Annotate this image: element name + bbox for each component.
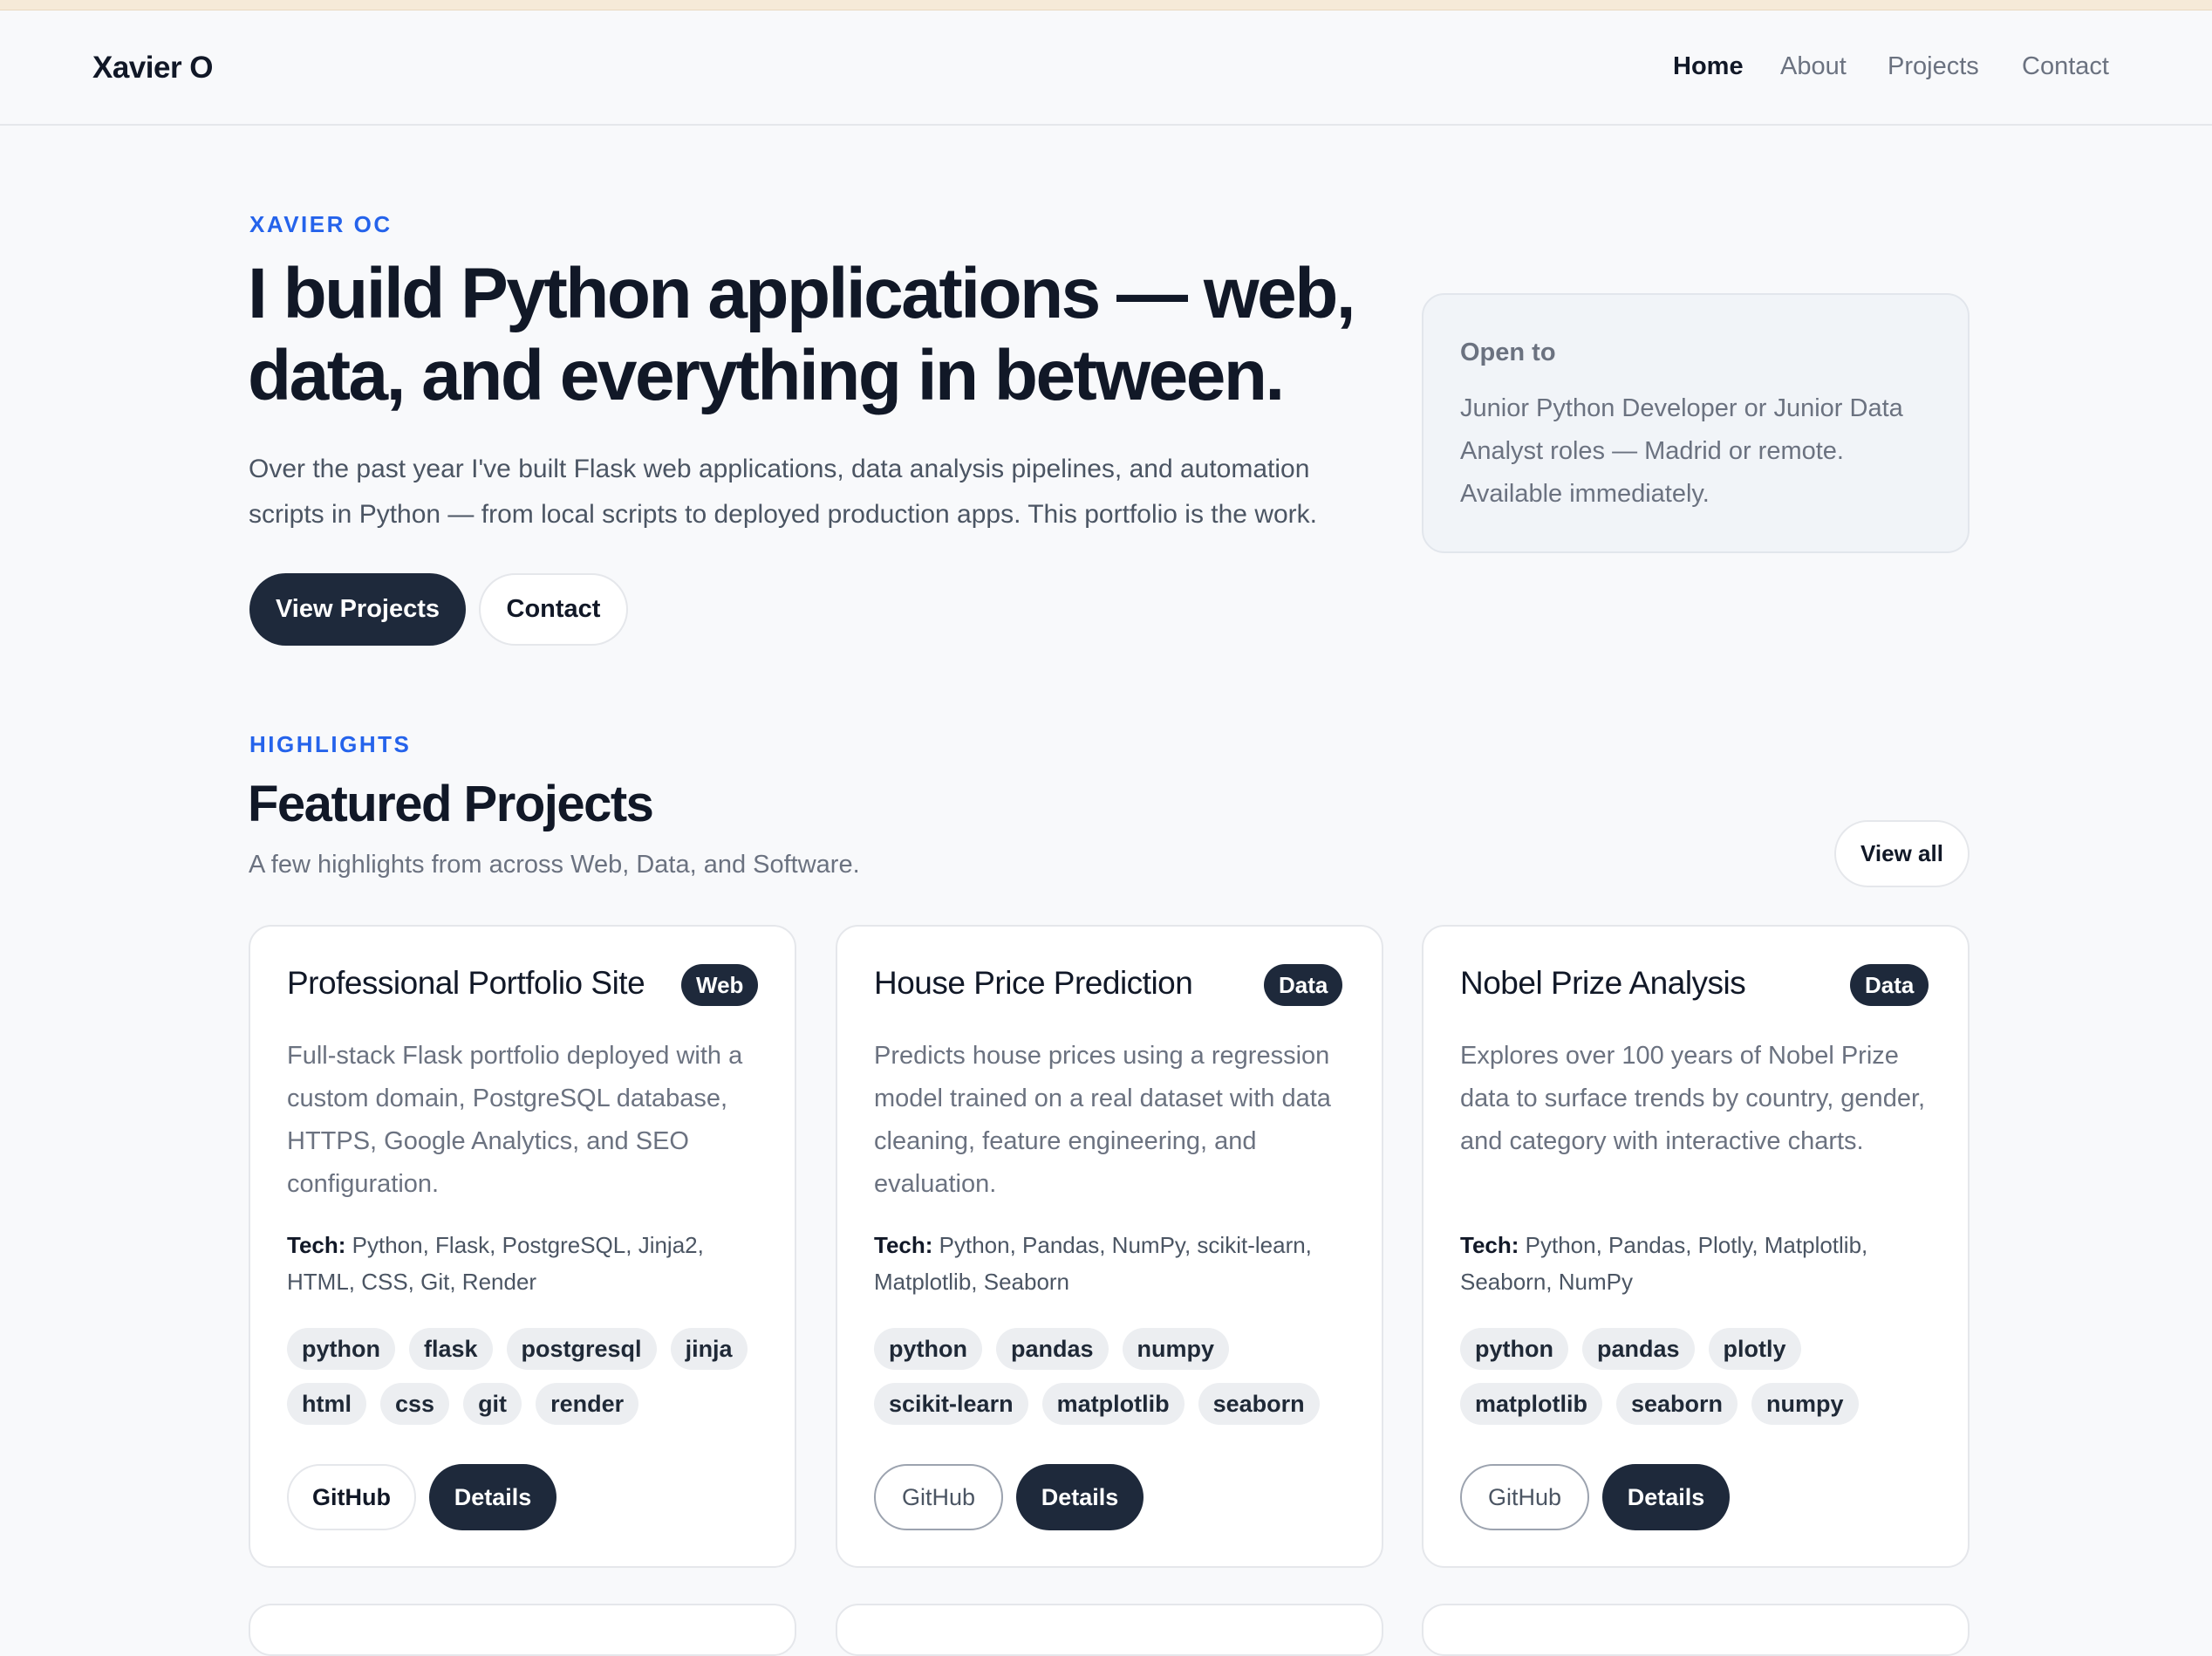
tag: numpy — [1751, 1383, 1859, 1425]
tag: seaborn — [1198, 1383, 1320, 1425]
project-title: Nobel Prize Analysis — [1460, 965, 1746, 1001]
tag-list: python pandas numpy scikit-learn matplot… — [874, 1328, 1362, 1425]
tag: python — [1460, 1328, 1568, 1370]
tag: python — [874, 1328, 982, 1370]
project-description: Predicts house prices using a regression… — [874, 1042, 1331, 1198]
project-card: Professional Portfolio Site Web Full-sta… — [249, 925, 796, 1568]
open-to-card: Open to Junior Python Developer or Junio… — [1422, 293, 1970, 553]
category-badge: Web — [681, 964, 759, 1006]
open-to-text: Junior Python Developer or Junior Data A… — [1460, 394, 1903, 508]
hero-title: I build Python applications — web, data,… — [248, 253, 1408, 417]
section-subtitle: A few highlights from across Web, Data, … — [249, 851, 860, 879]
tech-list: Python, Pandas, NumPy, scikit-learn, Mat… — [874, 1232, 1312, 1295]
hero-eyebrow: XAVIER OC — [249, 211, 393, 237]
nav-link-about[interactable]: About — [1780, 52, 1847, 81]
nav-link-projects[interactable]: Projects — [1888, 52, 1979, 81]
project-card-partial — [1422, 1604, 1970, 1656]
highlights-eyebrow: HIGHLIGHTS — [249, 731, 412, 757]
github-button[interactable]: GitHub — [1460, 1464, 1589, 1530]
project-card: Nobel Prize Analysis Data Explores over … — [1422, 925, 1970, 1568]
tech-label: Tech: — [287, 1232, 346, 1258]
tag-list: python pandas plotly matplotlib seaborn … — [1460, 1328, 1949, 1425]
view-projects-button[interactable]: View Projects — [249, 573, 466, 646]
tag: numpy — [1122, 1328, 1230, 1370]
tech-list: Python, Pandas, Plotly, Matplotlib, Seab… — [1460, 1232, 1868, 1295]
browser-top-strip — [0, 0, 2212, 10]
project-card-partial — [836, 1604, 1383, 1656]
github-button[interactable]: GitHub — [287, 1464, 416, 1530]
tech-list: Python, Flask, PostgreSQL, Jinja2, HTML,… — [287, 1232, 704, 1295]
project-description: Full-stack Flask portfolio deployed with… — [287, 1042, 743, 1198]
category-badge: Data — [1850, 964, 1929, 1006]
project-card: House Price Prediction Data Predicts hou… — [836, 925, 1383, 1568]
hero-title-line-2: data, and everything in between. — [248, 336, 1285, 415]
project-title: Professional Portfolio Site — [287, 965, 645, 1001]
details-button[interactable]: Details — [429, 1464, 556, 1530]
section-title: Featured Projects — [248, 776, 654, 832]
tag: jinja — [670, 1328, 748, 1370]
project-tech: Tech: Python, Flask, PostgreSQL, Jinja2,… — [287, 1227, 767, 1300]
tag: matplotlib — [1460, 1383, 1602, 1425]
contact-button[interactable]: Contact — [479, 573, 628, 646]
project-tech: Tech: Python, Pandas, NumPy, scikit-lear… — [874, 1227, 1354, 1300]
tag-list: python flask postgresql jinja html css g… — [287, 1328, 775, 1425]
nav-link-home[interactable]: Home — [1673, 52, 1744, 81]
project-card-partial — [249, 1604, 796, 1656]
github-button[interactable]: GitHub — [874, 1464, 1003, 1530]
category-badge: Data — [1264, 964, 1343, 1006]
hero-title-line-1: I build Python applications — web, — [248, 254, 1356, 333]
tag: postgresql — [506, 1328, 657, 1370]
brand-logo[interactable]: Xavier O — [92, 51, 214, 86]
tag: git — [463, 1383, 522, 1425]
details-button[interactable]: Details — [1602, 1464, 1730, 1530]
view-all-button[interactable]: View all — [1834, 820, 1970, 887]
hero-description: Over the past year I've built Flask web … — [249, 455, 1318, 529]
tag: pandas — [995, 1328, 1109, 1370]
tech-label: Tech: — [1460, 1232, 1519, 1258]
details-button[interactable]: Details — [1016, 1464, 1144, 1530]
tag: render — [536, 1383, 639, 1425]
tag: flask — [408, 1328, 493, 1370]
project-title: House Price Prediction — [874, 965, 1193, 1001]
tag: seaborn — [1616, 1383, 1738, 1425]
nav-link-contact[interactable]: Contact — [2022, 52, 2109, 81]
tag: scikit-learn — [874, 1383, 1028, 1425]
tech-label: Tech: — [874, 1232, 933, 1258]
tag: pandas — [1581, 1328, 1695, 1370]
tag: css — [380, 1383, 450, 1425]
tag: plotly — [1708, 1328, 1801, 1370]
tag: python — [287, 1328, 395, 1370]
tag: html — [287, 1383, 366, 1425]
tag: matplotlib — [1041, 1383, 1185, 1425]
open-to-title: Open to — [1460, 339, 1556, 366]
project-tech: Tech: Python, Pandas, Plotly, Matplotlib… — [1460, 1227, 1940, 1300]
project-description: Explores over 100 years of Nobel Prize d… — [1460, 1042, 1926, 1155]
navbar: Xavier O Home About Projects Contact — [0, 10, 2212, 126]
